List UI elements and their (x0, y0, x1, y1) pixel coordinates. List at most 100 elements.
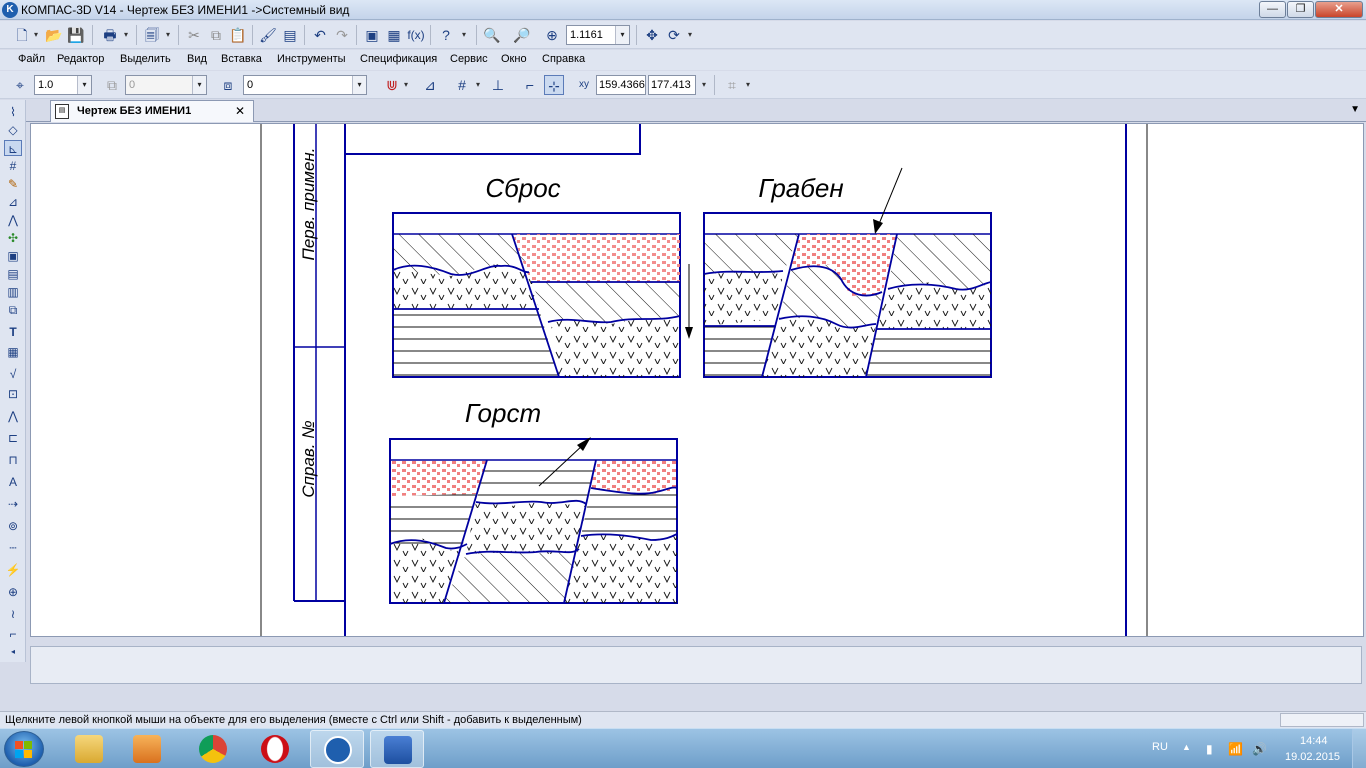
chevron-down-icon[interactable]: ▾ (192, 76, 206, 94)
refresh-icon[interactable]: ⟳ (664, 25, 684, 45)
zoom-window-icon[interactable]: 🔎 (512, 25, 532, 45)
round-coords-icon[interactable]: ⊹ (544, 75, 564, 95)
chevron-down-icon[interactable]: ▾ (77, 76, 91, 94)
taskbar-explorer[interactable] (62, 730, 116, 768)
save-icon[interactable]: 💾 (66, 25, 86, 45)
network-icon[interactable]: 📶 (1228, 742, 1243, 756)
properties-icon[interactable]: ▤ (280, 25, 300, 45)
help-pointer-icon[interactable]: ? (436, 25, 456, 45)
dimensions-icon[interactable]: ⊾ (4, 140, 22, 156)
roughness-icon[interactable]: √ (4, 366, 22, 382)
taskbar-kompas[interactable] (310, 730, 364, 768)
select-icon[interactable]: ▣ (4, 248, 22, 264)
zoom-select[interactable]: 1.1161 ▾ (566, 25, 630, 45)
paste-icon[interactable]: 📋 (228, 25, 248, 45)
node-icon[interactable]: ⊚ (4, 518, 22, 534)
clock-date[interactable]: 19.02.2015 (1285, 751, 1340, 763)
minimize-button[interactable]: — (1259, 1, 1286, 18)
copy-properties-icon[interactable]: 🖌 (258, 25, 278, 45)
designation-icon[interactable]: ⊿ (4, 194, 22, 210)
menu-service[interactable]: Сервис (450, 53, 488, 65)
drawing-canvas[interactable]: Перв. примен. Справ. № Сброс Грабен Горс… (30, 123, 1364, 637)
document-tab[interactable]: ▤ Чертеж БЕЗ ИМЕНИ1 ✕ (50, 100, 254, 122)
tray-expand-icon[interactable]: ▲ (1182, 742, 1191, 752)
preview-icon[interactable]: 🗐 (142, 25, 162, 45)
ortho-icon[interactable]: ⊿ (420, 75, 440, 95)
shapes-icon[interactable]: ◇ (4, 122, 22, 138)
redo-icon[interactable]: ↷ (332, 25, 352, 45)
text-tool-icon[interactable]: T (4, 324, 22, 340)
step-select[interactable]: 1.0 ▾ (34, 75, 92, 95)
chevron-down-icon[interactable]: ▾ (32, 25, 40, 45)
report-icon[interactable]: ▤ (4, 266, 22, 282)
taskbar-media-player[interactable] (120, 730, 174, 768)
corner-icon[interactable]: ⌐ (4, 626, 22, 642)
snap-magnet-icon[interactable]: ⋓ (382, 75, 402, 95)
close-tab-icon[interactable]: ✕ (235, 104, 245, 118)
arrow-view-icon[interactable]: ⇢ (4, 496, 22, 512)
x-coordinate-field[interactable]: 159.4366 (596, 75, 646, 95)
volume-icon[interactable]: 🔊 (1252, 742, 1267, 756)
tab-list-chevron-icon[interactable]: ▼ (1350, 104, 1360, 115)
clock-time[interactable]: 14:44 (1300, 735, 1328, 747)
cut-icon[interactable]: ✂ (184, 25, 204, 45)
layer-select[interactable]: 0 ▾ (125, 75, 207, 95)
chevron-down-icon[interactable]: ▾ (744, 75, 752, 95)
center-mark-icon[interactable]: ⊕ (4, 584, 22, 600)
chevron-down-icon[interactable]: ▾ (474, 75, 482, 95)
chevron-down-icon[interactable]: ▾ (352, 76, 366, 94)
style-icon[interactable]: ⧈ (218, 75, 238, 95)
taskbar-word[interactable] (370, 730, 424, 768)
lightning-icon[interactable]: ⚡ (4, 562, 22, 578)
show-desktop-button[interactable] (1352, 729, 1366, 768)
edit-icon[interactable]: ✎ (4, 176, 22, 192)
chevron-down-icon[interactable]: ▾ (460, 25, 468, 45)
menu-window[interactable]: Окно (501, 53, 527, 65)
close-button[interactable]: ✕ (1315, 1, 1363, 18)
language-indicator[interactable]: RU (1152, 741, 1168, 753)
grid-icon[interactable]: # (452, 75, 472, 95)
chevron-down-icon[interactable]: ▾ (615, 26, 629, 44)
y-coordinate-field[interactable]: 177.413 (648, 75, 696, 95)
zoom-in-icon[interactable]: ⊕ (542, 25, 562, 45)
library-icon[interactable]: ⧉ (4, 302, 22, 318)
zoom-fit-icon[interactable]: 🔍 (482, 25, 502, 45)
local-cs-icon[interactable]: ⊥ (488, 75, 508, 95)
new-document-icon[interactable]: 🗋 (12, 25, 32, 45)
variables-icon[interactable]: ▦ (384, 25, 404, 45)
kompas-logo-icon[interactable]: K (2, 2, 18, 18)
chevron-down-icon[interactable]: ▾ (122, 25, 130, 45)
restore-button[interactable]: ❐ (1287, 1, 1314, 18)
manager-icon[interactable]: ▣ (362, 25, 382, 45)
step-cursor-icon[interactable]: ⌖ (10, 75, 30, 95)
style-select[interactable]: 0 ▾ (243, 75, 367, 95)
measure-icon[interactable]: ✣ (4, 230, 22, 246)
chevron-down-icon[interactable]: ▾ (686, 25, 694, 45)
dashes-icon[interactable]: ┄ (4, 540, 22, 556)
menu-view[interactable]: Вид (187, 53, 207, 65)
print-icon[interactable]: 🖶 (100, 25, 120, 45)
copy-icon[interactable]: ⧉ (206, 25, 226, 45)
table-tool-icon[interactable]: ▦ (4, 344, 22, 360)
orthogonal-mode-icon[interactable]: ⌐ (520, 75, 540, 95)
chevron-down-icon[interactable]: ▾ (402, 75, 410, 95)
function-icon[interactable]: f(x) (406, 25, 426, 45)
undo-icon[interactable]: ↶ (310, 25, 330, 45)
parameter-icon[interactable]: ⌗ (722, 75, 742, 95)
spec-icon[interactable]: ▥ (4, 284, 22, 300)
pan-icon[interactable]: ✥ (642, 25, 662, 45)
geometry-icon[interactable]: ⌇ (4, 104, 22, 120)
section-line-icon[interactable]: ⊓ (4, 452, 22, 468)
menu-edit[interactable]: Редактор (57, 53, 104, 65)
grid-points-icon[interactable]: # (4, 158, 22, 174)
chevron-down-icon[interactable]: ▾ (700, 75, 708, 95)
menu-help[interactable]: Справка (542, 53, 585, 65)
leader-icon[interactable]: ⋀ (4, 408, 22, 424)
open-folder-icon[interactable]: 📂 (44, 25, 64, 45)
taskbar-opera[interactable] (248, 730, 302, 768)
view-arrow-icon[interactable]: A (4, 474, 22, 490)
layer-icon[interactable]: ⧉ (102, 75, 122, 95)
menu-select[interactable]: Выделить (120, 53, 171, 65)
chevron-down-icon[interactable]: ▾ (164, 25, 172, 45)
menu-specification[interactable]: Спецификация (360, 53, 437, 65)
